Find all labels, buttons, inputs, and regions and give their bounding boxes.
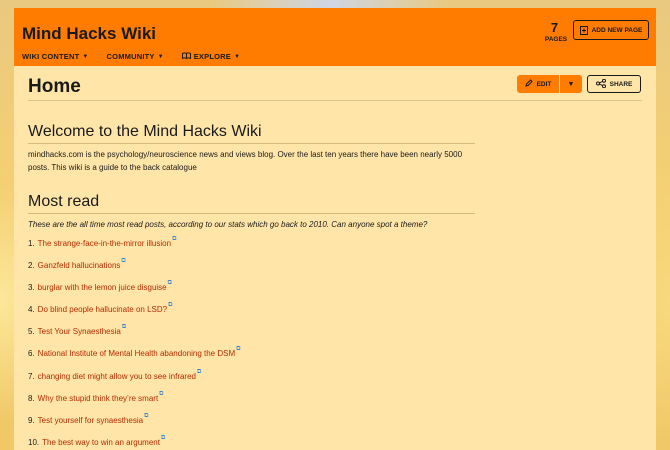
nav-wiki-content[interactable]: WIKI CONTENT ▼ [22, 52, 89, 61]
share-icon [595, 78, 606, 90]
article-link[interactable]: The best way to win an argument [42, 438, 160, 447]
article-link[interactable]: Test Your Synaesthesia [38, 327, 121, 336]
list-item: 8. Why the stupid think they’re smart ⧉ [28, 390, 528, 416]
most-read-heading: Most read [28, 193, 475, 214]
external-link-icon: ⧉ [167, 280, 172, 287]
external-link-icon: ⧉ [159, 390, 164, 397]
external-link-icon: ⧉ [236, 346, 241, 353]
add-page-icon [579, 25, 588, 35]
article-link[interactable]: Ganzfeld hallucinations [38, 261, 121, 270]
nav-label: WIKI CONTENT [22, 52, 80, 61]
pencil-icon [524, 79, 533, 89]
most-read-list: 1. The strange-face-in-the-mirror illusio… [28, 236, 528, 450]
chevron-down-icon: ▼ [82, 53, 89, 60]
wiki-header: Mind Hacks Wiki WIKI CONTENT ▼ COMMUNITY… [14, 8, 656, 66]
article-link[interactable]: Test yourself for synaesthesia [38, 416, 143, 425]
pages-count: 7 [550, 20, 559, 35]
external-link-icon: ⧉ [160, 434, 166, 441]
chevron-down-icon: ▼ [157, 53, 164, 60]
nav-explore[interactable]: EXPLORE ▼ [181, 52, 241, 61]
nav-label: COMMUNITY [106, 52, 155, 61]
nav-community[interactable]: COMMUNITY ▼ [107, 52, 164, 61]
list-item: 3. burglar with the lemon juice disguise ⧉ [28, 280, 528, 305]
article-link[interactable]: Do blind people hallucinate on LSD? [38, 305, 167, 314]
edit-label: EDIT [536, 80, 552, 88]
article-link[interactable]: The strange-face-in-the-mirror illusion [38, 239, 171, 248]
chevron-down-icon: ▼ [567, 80, 575, 88]
list-item: 7. changing diet might allow you to see i… [28, 368, 528, 394]
item-number: 6. [28, 349, 35, 359]
external-link-icon: ⧉ [121, 258, 126, 265]
list-item: 4. Do blind people hallucinate on LSD? ⧉ [28, 302, 528, 327]
pages-counter[interactable]: 7 PAGES [542, 20, 570, 43]
list-item: 10. The best way to win an argument ⧉ [28, 434, 528, 450]
item-number: 3. [28, 283, 35, 293]
list-item: 2. Ganzfeld hallucinations ⧉ [28, 258, 528, 283]
wiki-name[interactable]: Mind Hacks Wiki [22, 24, 156, 44]
article-link[interactable]: National Institute of Mental Health aban… [38, 349, 235, 358]
list-item: 1. The strange-face-in-the-mirror illusio… [28, 236, 528, 261]
welcome-heading: Welcome to the Mind Hacks Wiki [28, 123, 475, 144]
external-link-icon: ⧉ [121, 324, 127, 331]
list-item: 9. Test yourself for synaesthesia ⧉ [28, 412, 528, 438]
item-number: 5. [28, 327, 35, 337]
external-link-icon: ⧉ [168, 302, 173, 309]
wiki-nav: WIKI CONTENT ▼ COMMUNITY ▼ EXPLORE ▼ [22, 52, 240, 61]
most-read-subtitle: These are the all time most read posts, … [28, 220, 428, 229]
list-item: 5. Test Your Synaesthesia ⧉ [28, 324, 528, 349]
edit-button[interactable]: EDIT [517, 75, 559, 93]
page-content: Home EDIT ▼ SHARE Welcome to the Mind Ha… [14, 66, 656, 450]
item-number: 8. [28, 393, 35, 403]
add-new-page-label: ADD NEW PAGE [591, 26, 643, 34]
pages-label: PAGES [544, 36, 568, 43]
item-number: 9. [28, 415, 35, 425]
page-title: Home [28, 76, 81, 97]
external-link-icon: ⧉ [172, 236, 177, 242]
article-link[interactable]: burglar with the lemon juice disguise [38, 283, 167, 292]
list-item: 6. National Institute of Mental Health ab… [28, 346, 528, 371]
item-number: 2. [28, 261, 35, 271]
add-new-page-button[interactable]: ADD NEW PAGE [573, 20, 649, 40]
item-number: 4. [28, 305, 35, 315]
intro-paragraph: mindhacks.com is the psychology/neurosci… [28, 150, 463, 172]
item-number: 10. [28, 437, 40, 447]
article-body: Welcome to the Mind Hacks Wiki mindhacks… [28, 123, 528, 450]
article-link[interactable]: changing diet might allow you to see inf… [38, 372, 196, 381]
share-button[interactable]: SHARE [587, 75, 641, 93]
item-number: 1. [28, 239, 35, 248]
external-link-icon: ⧉ [197, 368, 202, 375]
nav-label: EXPLORE [193, 52, 231, 61]
item-number: 7. [28, 371, 35, 381]
edit-dropdown-button[interactable]: ▼ [560, 75, 582, 93]
external-link-icon: ⧉ [144, 412, 149, 419]
chevron-down-icon: ▼ [233, 53, 241, 60]
article-link[interactable]: Why the stupid think they’re smart [38, 394, 159, 403]
title-divider [28, 100, 642, 101]
explore-icon [181, 52, 191, 61]
share-label: SHARE [609, 80, 633, 88]
